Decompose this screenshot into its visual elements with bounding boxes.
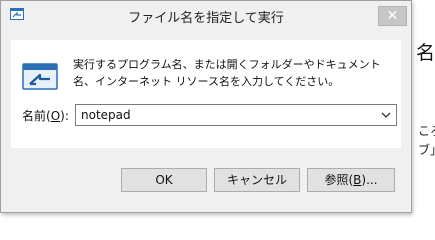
cancel-button[interactable]: キャンセル (214, 168, 300, 192)
background-text-fragment-2: ブ」 (418, 143, 435, 157)
close-icon: ✕ (386, 8, 399, 24)
window-title: ファイル名を指定して実行 (128, 11, 284, 26)
open-field-label: 名前(O): (22, 107, 69, 124)
background-text-fragment-1: ころ (418, 124, 435, 138)
browse-label-prefix: 参照( (324, 173, 354, 187)
title-bar[interactable]: ファイル名を指定して実行 ✕ (1, 1, 411, 30)
browse-button[interactable]: 参照(B)... (307, 168, 395, 192)
open-input[interactable] (81, 106, 371, 124)
description-text: 実行するプログラム名、または開くフォルダーやドキュメント名、インターネット リソ… (73, 58, 381, 88)
open-label-suffix: ): (60, 109, 69, 123)
chevron-down-icon[interactable] (379, 108, 393, 122)
open-combobox[interactable] (75, 104, 397, 126)
content-panel: 実行するプログラム名、または開くフォルダーやドキュメント名、インターネット リソ… (11, 40, 401, 148)
close-button[interactable]: ✕ (378, 6, 407, 26)
run-program-icon (22, 63, 58, 90)
ok-button[interactable]: OK (121, 168, 207, 192)
open-label-mnemonic: O (50, 109, 61, 123)
browse-label-suffix: )... (361, 173, 378, 187)
open-label-prefix: 名前( (22, 109, 51, 123)
run-dialog: ファイル名を指定して実行 ✕ 実行するプログラム名、または開くフォルダーやドキュ… (0, 0, 412, 213)
background-heading-fragment: 名を (416, 42, 435, 64)
